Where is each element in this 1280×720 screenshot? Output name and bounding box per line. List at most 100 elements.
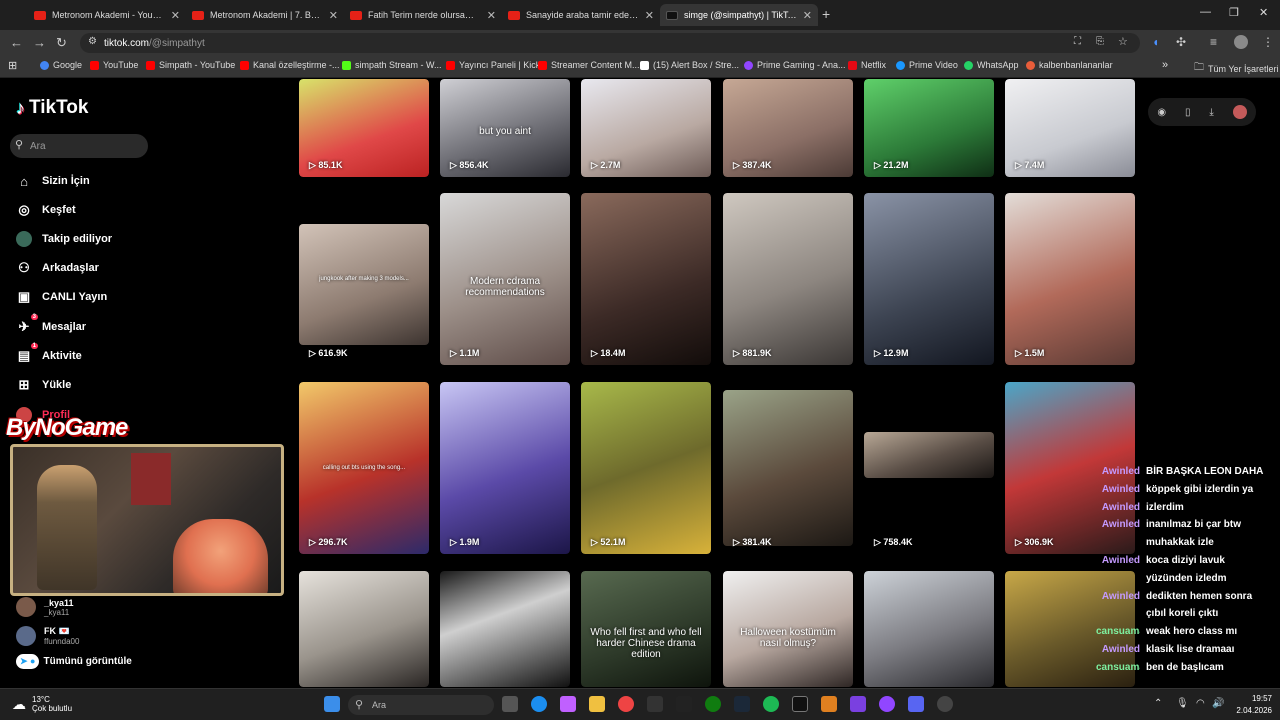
video-card[interactable]: ▷ 85.1K [299, 79, 429, 177]
video-card[interactable]: ▷ 1.5M [1005, 193, 1135, 365]
system-clock[interactable]: 19:57 2.04.2026 [1216, 693, 1272, 717]
url-bar[interactable]: ⚙ tiktok.com/@simpathyt ⛶ ⎘ ☆ [80, 33, 1140, 53]
avatar[interactable] [1232, 105, 1247, 119]
live-indicator-icon[interactable]: ◉ [1157, 107, 1166, 118]
close-tab-icon[interactable]: ✕ [645, 9, 654, 22]
video-card[interactable]: ▷ 12.9M [864, 193, 994, 365]
extensions-puzzle-icon[interactable]: ✣ [1176, 35, 1186, 49]
app-icon[interactable] [821, 696, 837, 712]
search-input[interactable]: ⚲ Ara [10, 134, 148, 158]
close-tab-icon[interactable]: ✕ [487, 9, 496, 22]
twitch-icon[interactable] [850, 696, 866, 712]
nav-activity[interactable]: ▤ 1 Aktivite [16, 343, 82, 364]
bookmark-item[interactable]: Netflix [848, 60, 886, 70]
browser-tab[interactable]: Metronom Akademi - YouTube ✕ [28, 4, 186, 26]
download-icon[interactable]: ⤓ [1209, 107, 1213, 118]
video-card[interactable]: calling out bts using the song... ▷ 296.7… [299, 382, 429, 554]
bookmark-item[interactable]: Google [40, 60, 82, 70]
bookmark-item[interactable]: Prime Video [896, 60, 958, 70]
bookmark-item[interactable]: YouTube [90, 60, 138, 70]
video-card[interactable]: Halloween kostümüm nasıl olmuş? [723, 571, 853, 687]
weather-widget[interactable]: ☁ 13°C Çok bulutlu [12, 695, 72, 713]
new-tab-button[interactable]: + [822, 6, 830, 22]
nav-explore[interactable]: ◎ Keşfet [16, 202, 75, 218]
menu-kebab-icon[interactable]: ⋮ [1262, 35, 1274, 49]
amazon-icon[interactable] [676, 696, 692, 712]
forward-arrow-icon[interactable]: → [33, 35, 46, 50]
wifi-icon[interactable]: ◠ [1196, 698, 1205, 709]
video-card[interactable]: ▷ 52.1M [581, 382, 711, 554]
video-card[interactable]: ▷ 758.4K [864, 382, 994, 554]
profile-avatar[interactable] [1234, 35, 1248, 49]
tiktok-logo[interactable]: ♪ TikTok [16, 97, 88, 119]
nav-for-you[interactable]: ⌂ Sizin İçin [16, 173, 90, 189]
bookmark-item[interactable]: Simpath - YouTube [146, 60, 235, 70]
windows-start-icon[interactable] [324, 696, 340, 712]
discord-icon[interactable] [908, 696, 924, 712]
video-card[interactable]: but you aint ▷ 856.4K [440, 79, 570, 177]
close-tab-icon[interactable]: ✕ [171, 9, 180, 22]
browser-tab[interactable]: Metronom Akademi | 7. Bölüm ✕ [186, 4, 344, 26]
edge-icon[interactable] [531, 696, 547, 712]
apps-grid-icon[interactable]: ⊞ [8, 59, 17, 72]
video-card[interactable]: ▷ 21.2M [864, 79, 994, 177]
video-card[interactable] [440, 571, 570, 687]
video-card[interactable]: ▷ 381.4K [723, 382, 853, 554]
more-bookmarks-button[interactable]: » [1162, 59, 1168, 71]
nav-following[interactable]: Takip ediliyor [16, 231, 112, 247]
video-card[interactable]: ▷ 881.9K [723, 193, 853, 365]
tray-overflow-icon[interactable]: ⌃ [1154, 698, 1162, 709]
video-card[interactable]: ▷ 7.4M [1005, 79, 1135, 177]
bookmark-item[interactable]: Prime Gaming - Ana... [744, 60, 846, 70]
close-tab-icon[interactable]: ✕ [329, 9, 338, 22]
video-card[interactable]: Modern cdrama recommendations ▷ 1.1M [440, 193, 570, 365]
video-card[interactable]: Who fell first and who fell harder Chine… [581, 571, 711, 687]
site-info-icon[interactable]: ⚙ [88, 36, 97, 47]
minimize-icon[interactable]: — [1200, 6, 1211, 18]
copilot-icon[interactable] [560, 696, 576, 712]
bookmark-item[interactable]: WhatsApp [964, 60, 1019, 70]
following-account[interactable]: FK 💌 ffunnda00 [16, 626, 79, 646]
video-card[interactable]: ▷ 18.4M [581, 193, 711, 365]
browser-tab[interactable]: Fatih Terim nerde olursam olay ✕ [344, 4, 502, 26]
bookmark-item[interactable]: Yayıncı Paneli | Kick [446, 60, 540, 70]
app-icon[interactable] [879, 696, 895, 712]
bookmark-item[interactable]: Kanal özelleştirme -... [240, 60, 340, 70]
steam-icon[interactable] [734, 696, 750, 712]
browser-tab[interactable]: Sanayide araba tamir eden usta ✕ [502, 4, 660, 26]
following-account[interactable]: _kya11 _kya11 [16, 597, 74, 617]
bookmark-item[interactable]: Streamer Content M... [538, 60, 640, 70]
nav-friends[interactable]: ⚇ Arkadaşlar [16, 260, 99, 276]
media-controls-icon[interactable]: ≡ [1210, 35, 1217, 49]
nav-messages[interactable]: ✈ 3 Mesajlar [16, 314, 86, 335]
video-card[interactable] [299, 571, 429, 687]
close-window-icon[interactable]: ✕ [1259, 6, 1268, 19]
epic-games-icon[interactable] [647, 696, 663, 712]
app-icon[interactable] [937, 696, 953, 712]
taskbar-search[interactable]: ⚲ Ara [348, 695, 494, 715]
extension-icon[interactable]: ◖ [1152, 35, 1159, 49]
bookmark-item[interactable]: kalbenbanlananlar [1026, 60, 1113, 70]
video-card[interactable]: jungkook after making 3 models... ▷ 616.9… [299, 193, 429, 365]
mobile-device-icon[interactable]: ▯ [1185, 107, 1191, 118]
nav-upload[interactable]: ⊞ Yükle [16, 377, 72, 393]
video-card[interactable]: ▷ 387.4K [723, 79, 853, 177]
bookmark-item[interactable]: simpath Stream - W... [342, 60, 442, 70]
chrome-icon[interactable] [618, 696, 634, 712]
nav-live[interactable]: ▣ CANLI Yayın [16, 289, 107, 305]
maximize-icon[interactable]: ❐ [1229, 6, 1239, 19]
bookmark-star-icon[interactable]: ☆ [1118, 35, 1128, 48]
close-tab-icon[interactable]: ✕ [803, 9, 812, 22]
video-card[interactable]: ▷ 1.9M [440, 382, 570, 554]
all-bookmarks-folder[interactable]: 🗀 Tüm Yer İşaretleri [1194, 60, 1279, 77]
back-arrow-icon[interactable]: ← [10, 35, 23, 50]
video-card[interactable]: ▷ 2.7M [581, 79, 711, 177]
microphone-icon[interactable]: 🎙 [1176, 698, 1189, 709]
video-card[interactable] [864, 571, 994, 687]
install-app-icon[interactable]: ⎘ [1096, 36, 1104, 47]
browser-tab-active[interactable]: simge (@simpathyt) | TikTok ✕ [660, 4, 818, 26]
spotify-icon[interactable] [763, 696, 779, 712]
translate-icon[interactable]: ⛶ [1074, 36, 1081, 47]
obs-icon[interactable] [792, 696, 808, 712]
reload-icon[interactable]: ↻ [56, 35, 67, 51]
